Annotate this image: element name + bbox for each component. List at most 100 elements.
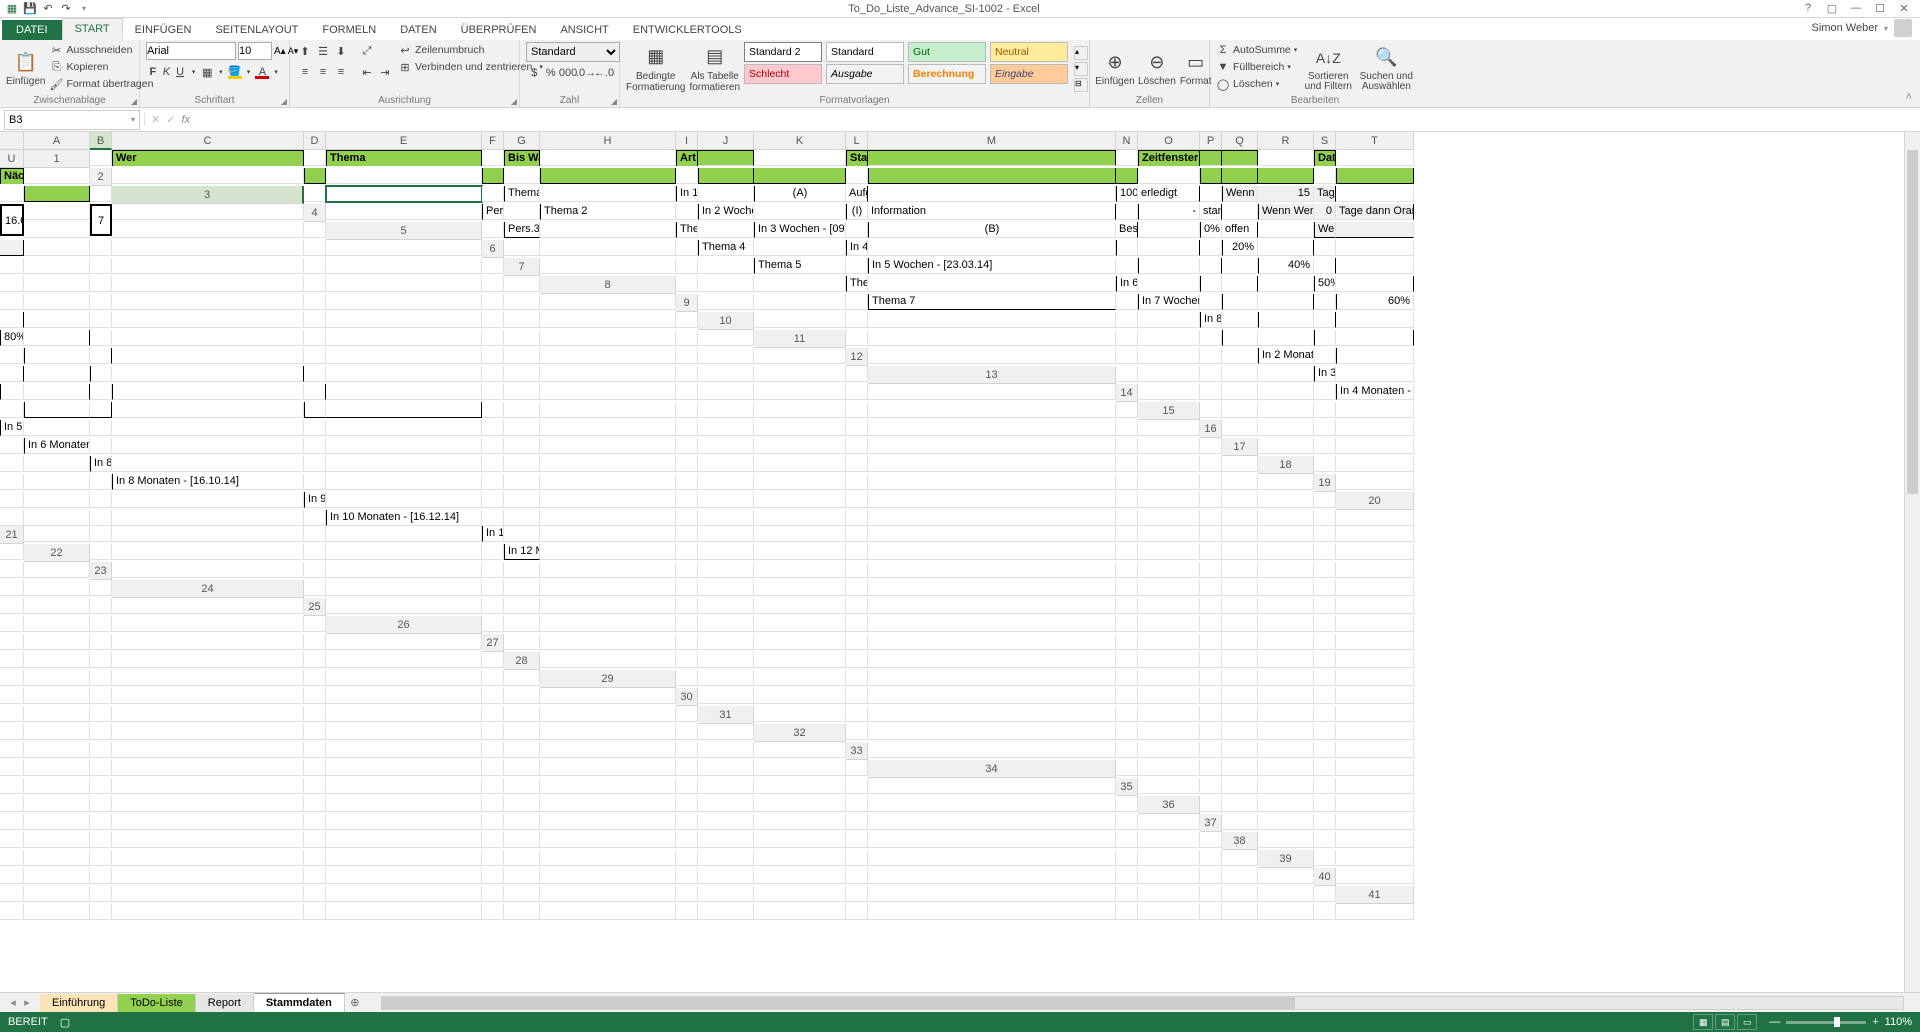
cell[interactable] xyxy=(0,492,24,508)
cell[interactable] xyxy=(304,474,326,490)
cell[interactable] xyxy=(1314,294,1336,310)
name-box[interactable]: B3 ▾ xyxy=(4,110,140,130)
cell[interactable] xyxy=(326,868,482,884)
help-icon[interactable]: ? xyxy=(1800,2,1816,15)
cell[interactable] xyxy=(754,688,846,704)
cell[interactable] xyxy=(868,168,1116,184)
cell[interactable] xyxy=(846,258,868,274)
cell[interactable] xyxy=(1138,562,1200,578)
cell[interactable] xyxy=(1336,276,1414,292)
cell[interactable] xyxy=(1314,634,1336,650)
cell[interactable] xyxy=(304,240,326,256)
cell[interactable] xyxy=(1138,366,1200,382)
horizontal-scrollbar[interactable] xyxy=(381,996,1904,1010)
cell[interactable] xyxy=(1336,544,1414,560)
cancel-icon[interactable]: ✕ xyxy=(151,113,160,126)
increase-font-icon[interactable]: A▴ xyxy=(274,46,286,57)
cell[interactable] xyxy=(112,850,304,866)
cell[interactable] xyxy=(1258,634,1314,650)
cell[interactable] xyxy=(868,438,1116,454)
cell[interactable] xyxy=(868,850,1116,866)
cell[interactable] xyxy=(1222,510,1258,526)
row-header[interactable]: 24 xyxy=(112,580,304,598)
row-header[interactable]: 25 xyxy=(304,598,326,616)
cell[interactable] xyxy=(698,670,754,686)
cell[interactable] xyxy=(504,670,540,686)
cell[interactable] xyxy=(112,438,304,454)
cell[interactable] xyxy=(698,634,754,650)
cell[interactable] xyxy=(1222,204,1258,220)
cell[interactable]: In 4 Wochen - [16.03.14] xyxy=(846,240,868,256)
cell[interactable] xyxy=(868,474,1116,490)
cell[interactable] xyxy=(1138,634,1200,650)
cell[interactable] xyxy=(1258,150,1314,166)
cell[interactable] xyxy=(112,904,304,920)
cell[interactable] xyxy=(1222,760,1258,776)
cell[interactable] xyxy=(1222,706,1258,722)
cell[interactable] xyxy=(698,868,754,884)
cell[interactable] xyxy=(1258,670,1314,686)
cell[interactable] xyxy=(868,796,1116,812)
cell[interactable] xyxy=(676,384,698,400)
cell[interactable] xyxy=(676,850,698,866)
cell[interactable] xyxy=(0,814,24,830)
cell[interactable] xyxy=(1116,868,1138,884)
cell[interactable] xyxy=(1314,778,1336,794)
cell[interactable] xyxy=(1258,222,1314,238)
indent-increase-icon[interactable]: ⇥ xyxy=(376,63,394,81)
cell[interactable] xyxy=(1200,366,1222,382)
cell[interactable] xyxy=(540,438,676,454)
cell[interactable]: stand-by xyxy=(1200,204,1222,220)
cell[interactable] xyxy=(1314,562,1336,578)
cell[interactable] xyxy=(676,652,698,668)
cell[interactable] xyxy=(304,402,326,418)
cell[interactable] xyxy=(112,312,304,328)
cell[interactable] xyxy=(1258,886,1314,902)
cell[interactable] xyxy=(112,886,304,902)
cell[interactable] xyxy=(754,832,846,848)
cell[interactable] xyxy=(1200,904,1222,920)
cell[interactable] xyxy=(754,348,846,364)
cell[interactable] xyxy=(1138,706,1200,722)
cell[interactable] xyxy=(504,832,540,848)
cell[interactable] xyxy=(1336,348,1414,364)
cell[interactable] xyxy=(112,526,304,542)
clear-button[interactable]: ◯Löschen▾ xyxy=(1216,76,1297,92)
cell[interactable] xyxy=(0,562,24,578)
cell[interactable] xyxy=(1336,670,1414,686)
cell[interactable] xyxy=(1314,438,1336,454)
cell[interactable] xyxy=(754,438,846,454)
column-header[interactable]: A xyxy=(24,132,90,150)
cell[interactable]: Art xyxy=(676,150,698,166)
cell[interactable] xyxy=(304,294,326,310)
cell[interactable] xyxy=(754,904,846,920)
cell[interactable]: offen xyxy=(1222,222,1258,238)
cell[interactable] xyxy=(540,330,676,346)
cell-style-calc[interactable]: Berechnung xyxy=(908,64,986,84)
currency-icon[interactable]: $ xyxy=(526,64,543,82)
cell[interactable] xyxy=(754,760,846,776)
cell[interactable] xyxy=(676,760,698,776)
cell[interactable] xyxy=(846,544,868,560)
cell[interactable] xyxy=(1222,312,1258,328)
cell[interactable] xyxy=(540,150,676,166)
underline-button[interactable]: U xyxy=(173,63,187,81)
cell[interactable] xyxy=(326,544,482,560)
cell[interactable] xyxy=(304,670,326,686)
cell[interactable] xyxy=(1258,688,1314,704)
cell[interactable] xyxy=(540,562,676,578)
cell[interactable] xyxy=(540,634,676,650)
cell[interactable]: 16.02.14 xyxy=(0,204,24,236)
cell[interactable] xyxy=(24,652,90,668)
cell[interactable] xyxy=(0,724,24,740)
cell[interactable] xyxy=(1258,760,1314,776)
cell[interactable] xyxy=(24,868,90,884)
cell[interactable] xyxy=(1138,492,1200,508)
cell[interactable] xyxy=(112,240,304,256)
cell[interactable]: Pers.3 xyxy=(504,222,540,238)
cell[interactable]: In 1 Woche - [23.02.14] xyxy=(676,186,698,202)
row-header[interactable]: 11 xyxy=(754,330,846,348)
cell[interactable] xyxy=(112,616,304,632)
cell[interactable] xyxy=(698,438,754,454)
cell[interactable] xyxy=(112,222,304,238)
